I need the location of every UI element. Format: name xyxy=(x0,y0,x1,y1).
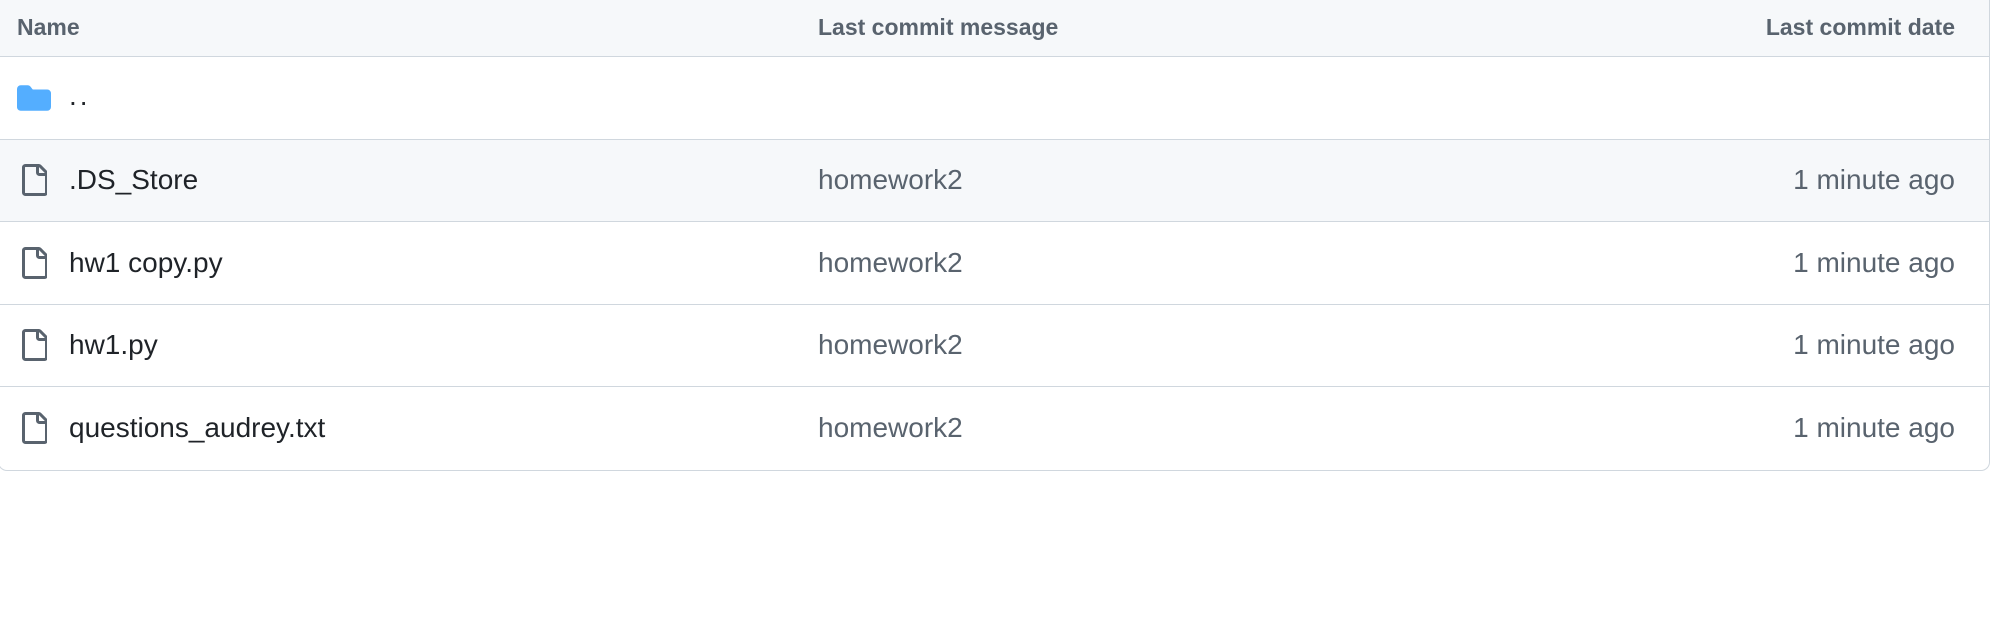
header-last-commit-message: Last commit message xyxy=(818,13,1059,40)
commit-date: 1 minute ago xyxy=(1793,329,1955,361)
file-icon xyxy=(17,163,51,197)
commit-message-link[interactable]: homework2 xyxy=(818,247,1429,279)
file-name-link[interactable]: hw1.py xyxy=(69,329,158,361)
file-icon xyxy=(17,246,51,280)
table-row[interactable]: hw1.py homework2 1 minute ago xyxy=(0,305,1989,387)
file-icon xyxy=(17,328,51,362)
commit-message-link[interactable]: homework2 xyxy=(818,412,1429,444)
commit-message-link[interactable]: homework2 xyxy=(818,329,1429,361)
table-row[interactable]: questions_audrey.txt homework2 1 minute … xyxy=(0,387,1989,470)
header-last-commit-date: Last commit date xyxy=(1765,13,1955,40)
file-name-link[interactable]: .DS_Store xyxy=(69,164,198,196)
parent-directory-row[interactable]: .. xyxy=(0,57,1989,140)
table-row[interactable]: hw1 copy.py homework2 1 minute ago xyxy=(0,222,1989,305)
commit-date: 1 minute ago xyxy=(1793,246,1955,278)
table-header: Name Last commit message Last commit dat… xyxy=(0,0,1989,57)
file-name-link[interactable]: questions_audrey.txt xyxy=(69,412,325,444)
commit-date: 1 minute ago xyxy=(1793,164,1955,196)
header-name: Name xyxy=(17,13,80,40)
file-icon xyxy=(17,411,51,445)
file-name-link[interactable]: hw1 copy.py xyxy=(69,247,223,279)
commit-message-link[interactable]: homework2 xyxy=(818,164,1429,196)
file-table: Name Last commit message Last commit dat… xyxy=(0,0,1990,471)
commit-date: 1 minute ago xyxy=(1793,412,1955,444)
table-row[interactable]: .DS_Store homework2 1 minute ago xyxy=(0,139,1989,222)
folder-icon xyxy=(17,81,51,115)
parent-directory-link[interactable]: .. xyxy=(69,80,91,116)
